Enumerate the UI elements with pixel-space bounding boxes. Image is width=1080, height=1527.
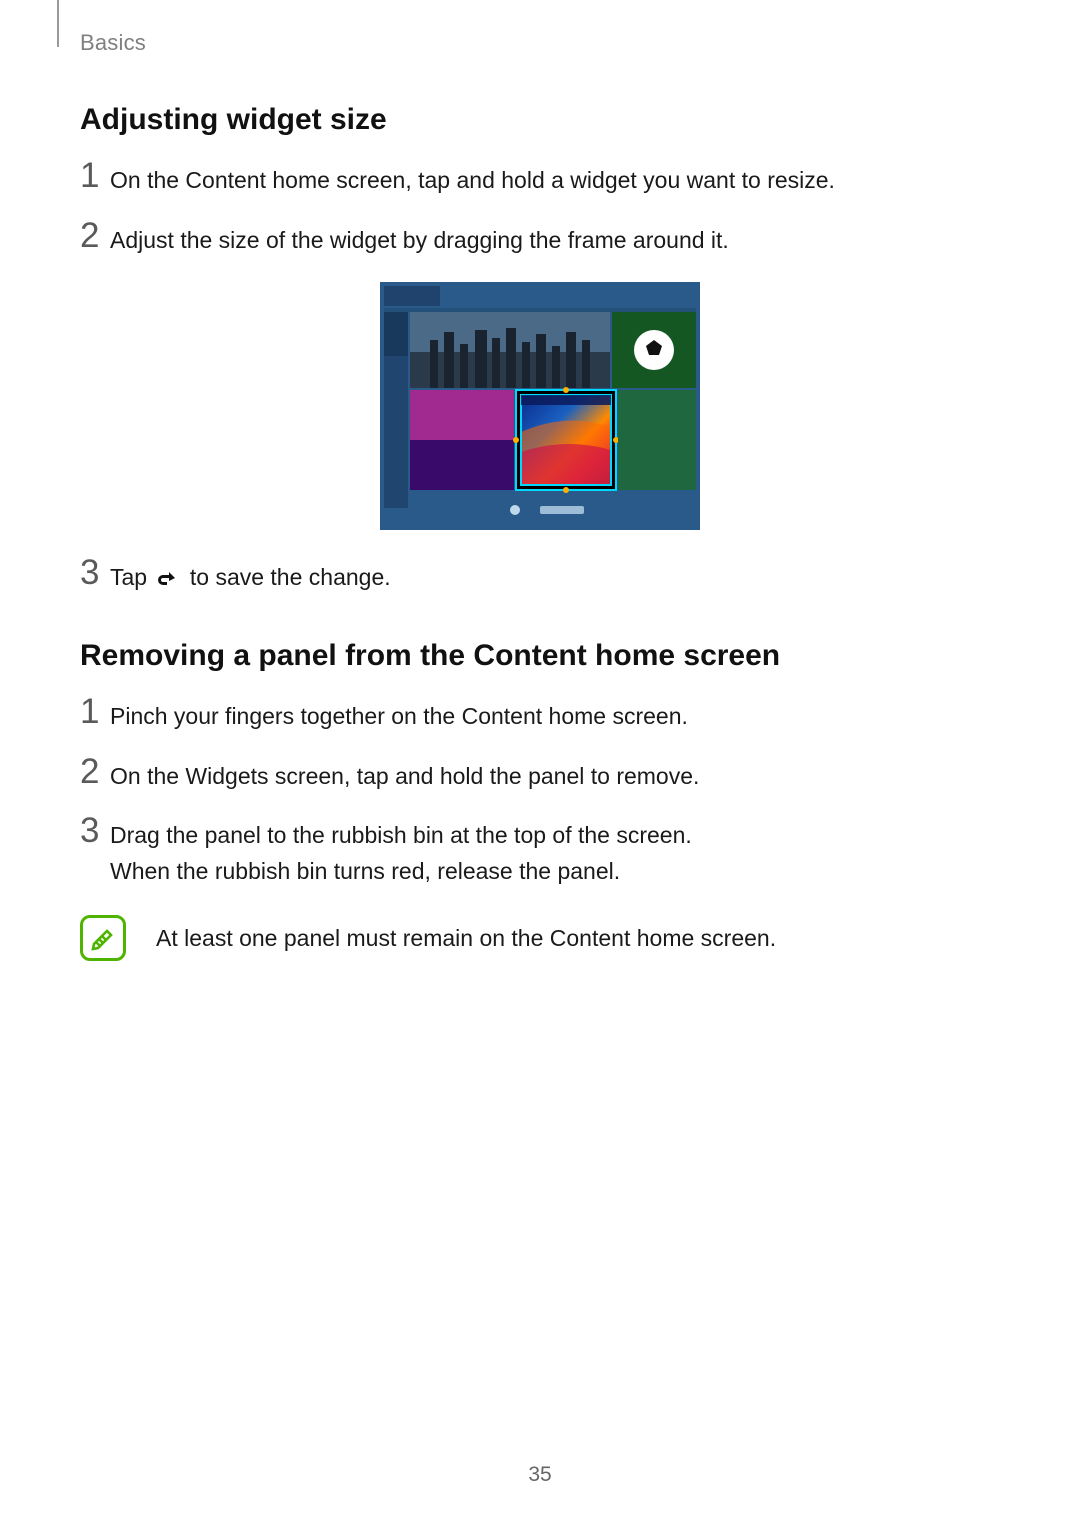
heading-removing-panel: Removing a panel from the Content home s…	[80, 639, 1000, 673]
step-text: Tap to save the change.	[110, 560, 1000, 599]
step-item: 2 On the Widgets screen, tap and hold th…	[80, 759, 1000, 795]
step-item: 2 Adjust the size of the widget by dragg…	[80, 223, 1000, 259]
content-area: Adjusting widget size 1 On the Content h…	[80, 103, 1000, 961]
figure-widget-resize	[80, 282, 1000, 530]
page-number: 35	[0, 1463, 1080, 1487]
step-text: On the Widgets screen, tap and hold the …	[110, 759, 1000, 795]
header-divider	[57, 0, 59, 47]
step-text-suffix: to save the change.	[183, 564, 390, 590]
heading-adjusting-widget-size: Adjusting widget size	[80, 103, 1000, 137]
screenshot-illustration	[380, 282, 700, 530]
step-item: 3 Drag the panel to the rubbish bin at t…	[80, 818, 1000, 889]
step-text: Adjust the size of the widget by draggin…	[110, 223, 1000, 259]
step-item: 3 Tap to save the change.	[80, 560, 1000, 599]
step-text: On the Content home screen, tap and hold…	[110, 163, 1000, 199]
step-text: Drag the panel to the rubbish bin at the…	[110, 818, 1000, 889]
step-item: 1 On the Content home screen, tap and ho…	[80, 163, 1000, 199]
step-text: Pinch your fingers together on the Conte…	[110, 699, 1000, 735]
step-number: 2	[80, 218, 110, 253]
step-item: 1 Pinch your fingers together on the Con…	[80, 699, 1000, 735]
note-icon	[80, 915, 126, 961]
step-number: 3	[80, 555, 110, 590]
section-header: Basics	[80, 30, 146, 56]
back-icon	[155, 563, 181, 599]
step-number: 1	[80, 158, 110, 193]
page: Basics Adjusting widget size 1 On the Co…	[0, 0, 1080, 1527]
section-removing-panel: Removing a panel from the Content home s…	[80, 639, 1000, 962]
step-number: 2	[80, 754, 110, 789]
note: At least one panel must remain on the Co…	[80, 915, 1000, 961]
note-text: At least one panel must remain on the Co…	[156, 925, 776, 952]
step-number: 3	[80, 813, 110, 848]
step-number: 1	[80, 694, 110, 729]
step-text-prefix: Tap	[110, 564, 153, 590]
